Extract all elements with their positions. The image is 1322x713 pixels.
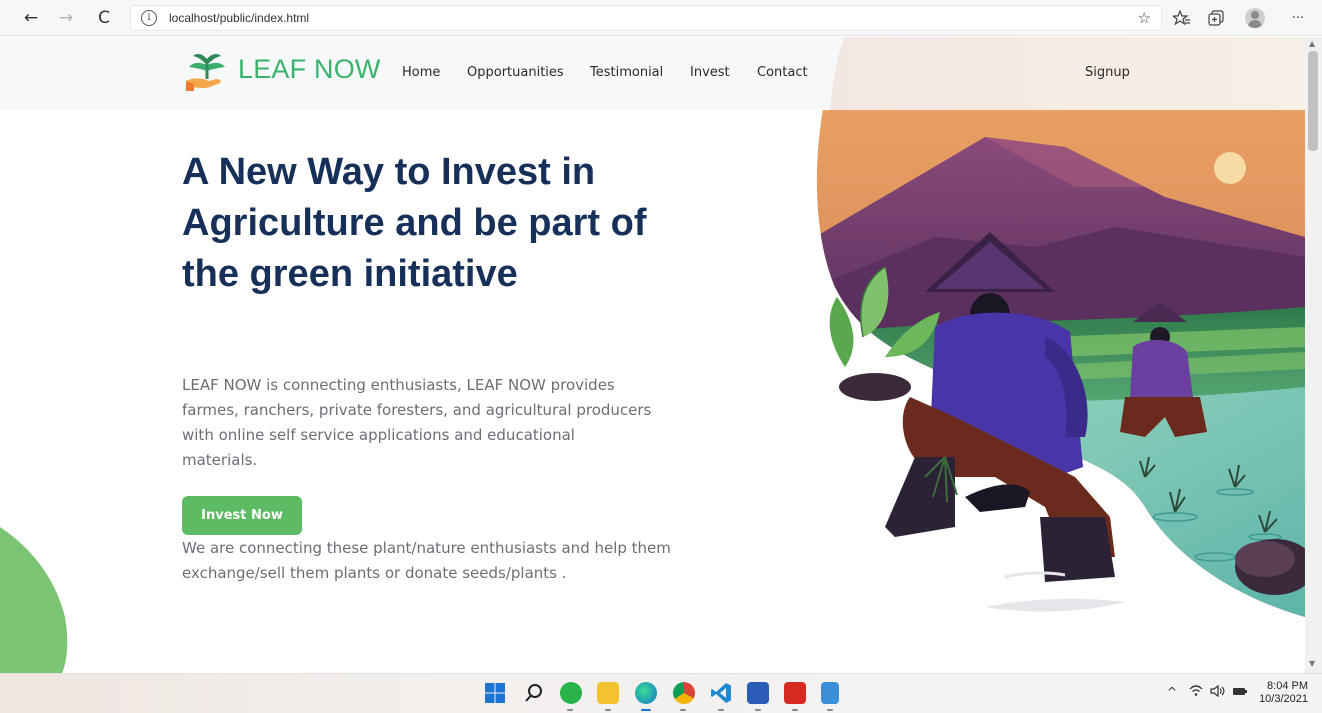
- forward-arrow-icon: →: [58, 8, 74, 28]
- whatsapp-running-indicator: [567, 709, 573, 711]
- scroll-up-icon[interactable]: ▲: [1309, 39, 1315, 48]
- collections-icon[interactable]: [1205, 7, 1227, 29]
- address-url: localhost/public/index.html: [169, 11, 310, 25]
- hero-title: A New Way to Invest in Agriculture and b…: [182, 151, 647, 295]
- forward-button[interactable]: →: [55, 7, 77, 29]
- leaf-now-logo-icon: [186, 54, 225, 91]
- clock-time: 8:04 PM: [1267, 680, 1308, 692]
- volume-icon[interactable]: [1210, 684, 1226, 700]
- scrollbar-thumb[interactable]: [1308, 51, 1318, 151]
- back-arrow-icon: ←: [23, 8, 39, 28]
- brand-name[interactable]: LEAF NOW: [238, 54, 381, 85]
- explorer-running-indicator: [605, 709, 611, 711]
- hero-description: LEAF NOW is connecting enthusiasts, LEAF…: [182, 376, 652, 469]
- acrobat-running-indicator: [792, 709, 798, 711]
- hero-note: We are connecting these plant/nature ent…: [182, 539, 671, 582]
- windows-start-icon[interactable]: [484, 682, 506, 704]
- favorites-icon[interactable]: [1171, 7, 1193, 29]
- nav-home-link[interactable]: Home: [402, 65, 440, 80]
- chrome-icon[interactable]: [673, 682, 695, 704]
- refresh-button[interactable]: C: [93, 7, 115, 29]
- windows-taskbar: ^ 8:04 PM 10/3/2021: [0, 673, 1322, 713]
- add-favorite-icon[interactable]: ☆: [1138, 9, 1151, 27]
- page-viewport: LEAF NOW Home Opportuanities Testimonial…: [0, 37, 1322, 673]
- edge-browser-icon[interactable]: [635, 682, 657, 704]
- search-icon[interactable]: [523, 682, 545, 704]
- more-options-icon[interactable]: ···: [1287, 7, 1309, 29]
- battery-icon[interactable]: [1232, 685, 1248, 700]
- word-icon[interactable]: [747, 682, 769, 704]
- site-info-icon[interactable]: i: [141, 10, 157, 26]
- taskbar-clock[interactable]: 8:04 PM 10/3/2021: [1258, 680, 1308, 706]
- profile-avatar-icon[interactable]: [1245, 8, 1265, 28]
- nav-testimonial-link[interactable]: Testimonial: [590, 65, 663, 80]
- nav-contact-link[interactable]: Contact: [757, 65, 808, 80]
- notepad-icon[interactable]: [821, 682, 839, 704]
- browser-toolbar: ← → C i localhost/public/index.html ☆ ··…: [0, 0, 1322, 36]
- wifi-icon[interactable]: [1189, 685, 1203, 700]
- tray-chevron-icon[interactable]: ^: [1167, 685, 1177, 699]
- signup-link[interactable]: Signup: [1085, 65, 1130, 80]
- decorative-leaf-image: [0, 527, 68, 673]
- refresh-icon: C: [98, 8, 110, 28]
- notepad-running-indicator: [827, 709, 833, 711]
- nav-opportunities-link[interactable]: Opportuanities: [467, 65, 564, 80]
- vscode-icon[interactable]: [710, 682, 732, 704]
- chrome-running-indicator: [680, 709, 686, 711]
- farmers-illustration: [816, 37, 1305, 617]
- nav-invest-link[interactable]: Invest: [690, 65, 730, 80]
- address-bar[interactable]: i localhost/public/index.html ☆: [130, 5, 1162, 31]
- acrobat-pdf-icon[interactable]: [784, 682, 806, 704]
- clock-date: 10/3/2021: [1259, 693, 1308, 705]
- word-running-indicator: [755, 709, 761, 711]
- file-explorer-icon[interactable]: [597, 682, 619, 704]
- invest-now-button[interactable]: Invest Now: [182, 496, 302, 535]
- back-button[interactable]: ←: [20, 7, 42, 29]
- scroll-down-icon[interactable]: ▼: [1309, 659, 1315, 668]
- vscode-running-indicator: [718, 709, 724, 711]
- whatsapp-icon[interactable]: [560, 682, 582, 704]
- edge-active-indicator: [641, 709, 651, 711]
